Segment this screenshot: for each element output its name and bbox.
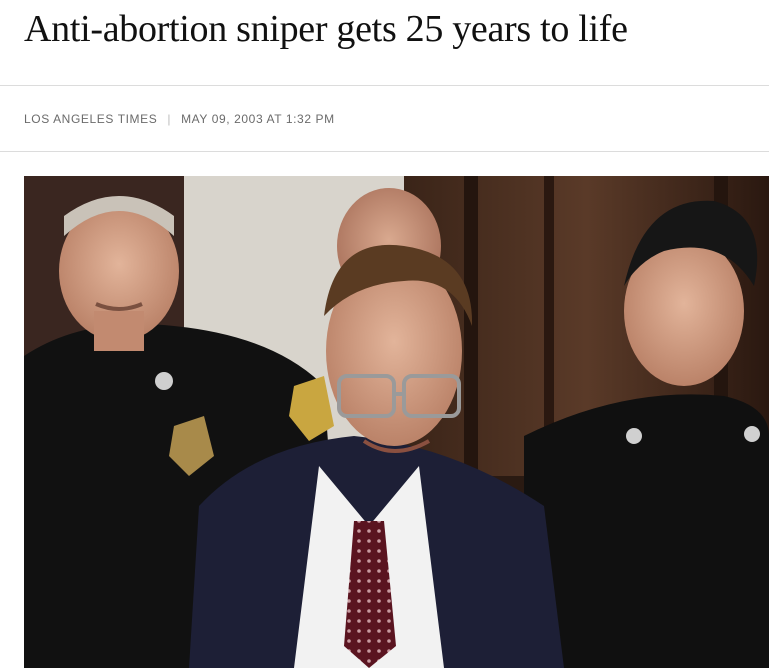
meta-separator: | (167, 112, 172, 126)
source-name[interactable]: LOS ANGELES TIMES (24, 112, 157, 126)
article-photo (24, 176, 769, 668)
article-photo-image (24, 176, 769, 668)
article-meta-bar: LOS ANGELES TIMES | MAY 09, 2003 AT 1:32 P… (0, 86, 769, 152)
article-headline: Anti-abortion sniper gets 25 years to li… (24, 8, 628, 50)
byline: LOS ANGELES TIMES | MAY 09, 2003 AT 1:32 P… (24, 112, 335, 126)
publish-date: MAY 09, 2003 AT 1:32 PM (181, 112, 335, 126)
article-header: Anti-abortion sniper gets 25 years to li… (0, 0, 769, 86)
